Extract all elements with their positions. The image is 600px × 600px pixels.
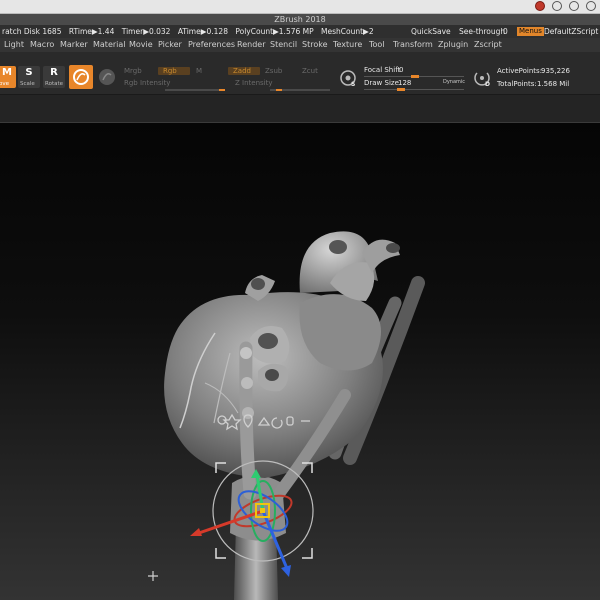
total-points-value: 1.568 Mil	[537, 80, 570, 88]
draw-size-label[interactable]: Draw Size	[364, 79, 399, 87]
menu-material[interactable]: Material	[93, 38, 126, 52]
focal-shift-label[interactable]: Focal Shift	[364, 66, 400, 74]
screen-icon[interactable]	[552, 1, 562, 11]
focal-shift-knob[interactable]	[411, 75, 419, 78]
menu-render[interactable]: Render	[237, 38, 265, 52]
rgb-toggle[interactable]: Rgb	[163, 67, 177, 75]
zcut-toggle[interactable]: Zcut	[302, 67, 318, 75]
menu-picker[interactable]: Picker	[158, 38, 182, 52]
scale-label: Scale	[20, 81, 35, 87]
scale-glyph: S	[25, 67, 33, 78]
material-sphere-icon[interactable]	[98, 68, 116, 86]
m-toggle[interactable]: M	[196, 67, 202, 75]
quicksave-button[interactable]: QuickSave	[411, 25, 451, 38]
thumb	[239, 341, 257, 500]
draw-size-value: 128	[398, 79, 412, 87]
display-icon[interactable]	[586, 1, 596, 11]
menu-macro[interactable]: Macro	[30, 38, 54, 52]
draw-size-track[interactable]	[364, 89, 464, 90]
atime-stat: ATime▶0.128	[177, 27, 228, 36]
brush-button[interactable]	[69, 65, 93, 89]
stats-readout: ratch Disk 1685 RTime▶1.44 Timer▶0.032 A…	[2, 25, 379, 38]
meshcount-stat: MeshCount▶2	[321, 27, 374, 36]
scratch-disk-stat: ratch Disk 1685	[2, 27, 62, 36]
menu-extras	[535, 1, 596, 11]
secondary-toolbar	[0, 95, 600, 123]
gizmo-center-dot[interactable]	[260, 508, 265, 513]
vessel-opening-5	[265, 369, 279, 381]
main-menu: Light Macro Marker Material Movie Picker…	[0, 38, 600, 52]
rgb-intensity-track[interactable]	[165, 89, 225, 91]
z-intensity-knob[interactable]	[276, 89, 282, 91]
vessel-opening-4	[258, 333, 278, 349]
timer-stat: Timer▶0.032	[121, 27, 171, 36]
menu-transform[interactable]: Transform	[393, 38, 433, 52]
menu-light[interactable]: Light	[4, 38, 24, 52]
gizmo-arrow-blue[interactable]	[281, 565, 291, 577]
vessel-opening-1	[329, 240, 347, 254]
top-toolbar: M ove S Scale R Rotate Mrgb Rgb M Zadd Z…	[0, 52, 600, 95]
rotate-label: Rotate	[45, 81, 64, 87]
focal-shift-value: 0	[399, 66, 404, 74]
vessel-opening-3	[251, 278, 265, 290]
active-points-value: 935,226	[541, 67, 570, 75]
eye-icon[interactable]	[569, 1, 579, 11]
mrgb-toggle[interactable]: Mrgb	[124, 67, 142, 75]
thumb-knuckle-1	[240, 347, 252, 359]
record-icon[interactable]	[535, 1, 545, 11]
brush-icon	[73, 69, 89, 85]
vessel-opening-2	[386, 243, 400, 253]
menu-marker[interactable]: Marker	[60, 38, 88, 52]
dynamic-toggle[interactable]: Dynamic	[443, 79, 465, 85]
see-through-value: 0	[503, 27, 508, 36]
menu-stencil[interactable]: Stencil	[270, 38, 297, 52]
rotate-glyph: R	[50, 67, 58, 78]
s-badge: S	[351, 81, 356, 88]
rgb-intensity-knob[interactable]	[219, 89, 225, 91]
z-intensity-slider[interactable]: Z Intensity	[235, 79, 273, 87]
gizmo-arrow-red[interactable]	[190, 528, 202, 536]
rgb-intensity-slider[interactable]: Rgb Intensity	[124, 79, 170, 87]
see-through-slider[interactable]: See-through	[459, 25, 505, 38]
mac-menu-bar	[0, 0, 600, 14]
zsub-toggle[interactable]: Zsub	[265, 67, 282, 75]
crosshair-cursor-icon	[148, 571, 158, 581]
d-badge: D	[485, 81, 490, 88]
menu-texture[interactable]: Texture	[333, 38, 362, 52]
document-canvas[interactable]	[0, 123, 600, 600]
window-title: ZBrush 2018	[0, 14, 600, 25]
active-points-label: ActivePoints:	[497, 67, 543, 75]
menu-preferences[interactable]: Preferences	[188, 38, 235, 52]
menus-toggle[interactable]: Menus	[517, 27, 544, 36]
default-zscript-button[interactable]: DefaultZScript	[544, 25, 598, 38]
menu-stroke[interactable]: Stroke	[302, 38, 328, 52]
move-label: ove	[0, 81, 10, 87]
menu-zplugin[interactable]: Zplugin	[438, 38, 468, 52]
menu-zscript[interactable]: Zscript	[474, 38, 502, 52]
menu-movie[interactable]: Movie	[129, 38, 153, 52]
menu-tool[interactable]: Tool	[369, 38, 385, 52]
status-bar: ratch Disk 1685 RTime▶1.44 Timer▶0.032 A…	[0, 25, 600, 38]
zadd-toggle[interactable]: Zadd	[233, 67, 251, 75]
total-points-label: TotalPoints:	[497, 80, 537, 88]
move-glyph: M	[2, 67, 12, 78]
thumb-knuckle-2	[241, 377, 253, 389]
zbrush-screen: ZBrush 2018 ratch Disk 1685 RTime▶1.44 T…	[0, 0, 600, 600]
draw-size-knob[interactable]	[397, 88, 405, 91]
rtime-stat: RTime▶1.44	[68, 27, 115, 36]
scene-svg	[148, 231, 425, 600]
polycount-stat: PolyCount▶1.576 MP	[235, 27, 314, 36]
